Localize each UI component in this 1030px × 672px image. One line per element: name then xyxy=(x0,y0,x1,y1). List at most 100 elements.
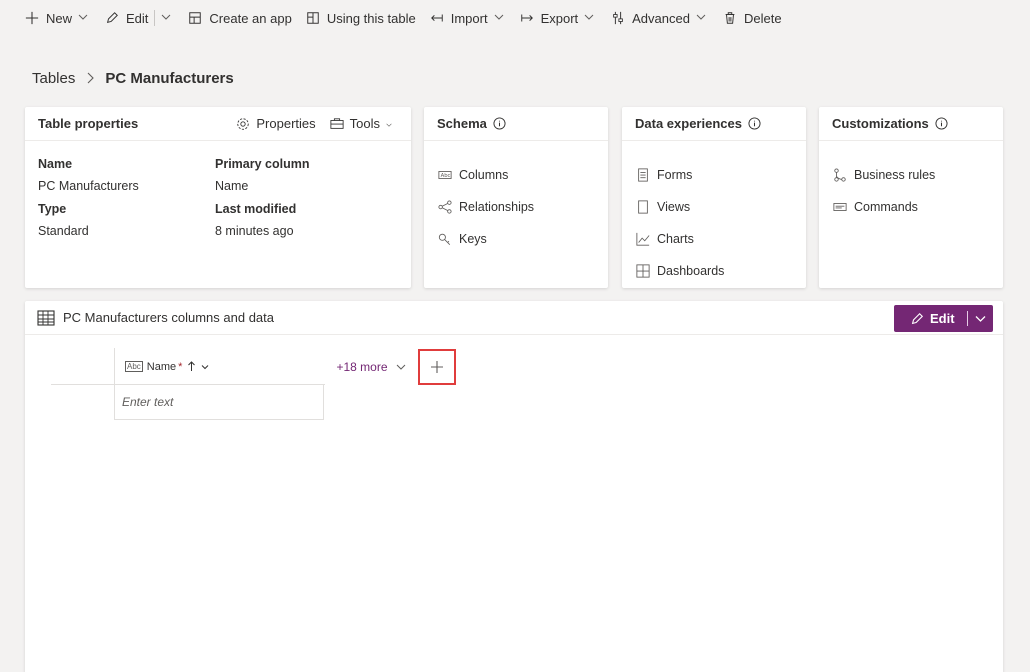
charts-link[interactable]: Charts xyxy=(636,223,793,255)
create-app-label: Create an app xyxy=(209,10,292,26)
columns-data-header: PC Manufacturers columns and data xyxy=(25,301,1003,335)
edit-label: Edit xyxy=(126,10,149,26)
chevron-down-icon xyxy=(161,12,173,24)
more-columns-label: +18 more xyxy=(336,359,388,374)
app-grid-icon xyxy=(187,10,203,26)
import-button[interactable]: Import xyxy=(429,0,506,36)
sort-ascending-icon[interactable] xyxy=(187,361,196,372)
schema-links: Abc Columns Relationships Keys xyxy=(424,141,608,255)
customizations-links: Business rules Commands xyxy=(819,141,1003,223)
columns-label: Columns xyxy=(459,168,509,182)
svg-text:Abc: Abc xyxy=(441,173,451,179)
dashboard-icon xyxy=(636,264,650,278)
name-column-header[interactable]: Abc Name * xyxy=(114,348,324,385)
info-icon[interactable] xyxy=(493,117,506,130)
relationships-label: Relationships xyxy=(459,200,535,214)
pencil-icon xyxy=(104,10,120,26)
data-experiences-header: Data experiences xyxy=(622,107,806,141)
last-modified-value: 8 minutes ago xyxy=(215,224,294,238)
more-columns-button[interactable]: +18 more xyxy=(325,348,417,385)
edit-dropdown-button[interactable] xyxy=(161,0,173,36)
columns-link[interactable]: Abc Columns xyxy=(438,159,595,191)
table-properties-title: Table properties xyxy=(38,116,139,131)
columns-data-card: PC Manufacturers columns and data Edit A… xyxy=(25,301,1003,672)
customizations-title: Customizations xyxy=(832,116,929,131)
create-app-button[interactable]: Create an app xyxy=(187,0,292,36)
business-rules-link[interactable]: Business rules xyxy=(833,159,990,191)
schema-title: Schema xyxy=(437,116,487,131)
command-bar: New Edit Create an app Using this table … xyxy=(0,0,1030,36)
advanced-label: Advanced xyxy=(632,10,690,26)
text-field-icon: Abc xyxy=(125,361,143,372)
keys-label: Keys xyxy=(459,232,487,246)
new-button[interactable]: New xyxy=(24,0,90,36)
relationships-link[interactable]: Relationships xyxy=(438,191,595,223)
command-icon xyxy=(833,203,847,211)
edit-dropdown-toggle[interactable] xyxy=(968,313,993,324)
properties-button[interactable]: Properties xyxy=(236,116,316,131)
name-label: Name xyxy=(38,157,73,171)
type-value: Standard xyxy=(38,224,89,238)
chevron-down-icon xyxy=(696,12,708,24)
forms-link[interactable]: Forms xyxy=(636,159,793,191)
table-layout-icon xyxy=(305,10,321,26)
business-rules-label: Business rules xyxy=(854,168,936,182)
columns-data-title: PC Manufacturers columns and data xyxy=(63,310,274,325)
chevron-down-icon xyxy=(396,364,405,370)
info-icon[interactable] xyxy=(935,117,948,130)
using-table-label: Using this table xyxy=(326,10,416,26)
commands-label: Commands xyxy=(854,200,918,214)
chevron-down-icon[interactable] xyxy=(201,363,209,371)
customizations-card: Customizations Business rules Commands xyxy=(819,107,1003,288)
export-button[interactable]: Export xyxy=(519,0,597,36)
trash-icon xyxy=(722,10,738,26)
properties-label: Properties xyxy=(256,116,316,131)
primary-column-value: Name xyxy=(215,179,249,193)
plus-icon xyxy=(24,10,40,26)
commands-link[interactable]: Commands xyxy=(833,191,990,223)
last-modified-label: Last modified xyxy=(215,202,297,216)
toolbar-divider xyxy=(154,10,156,26)
info-icon[interactable] xyxy=(748,117,761,130)
edit-table-main[interactable]: Edit xyxy=(894,305,967,332)
plus-icon xyxy=(431,361,443,373)
dashboards-label: Dashboards xyxy=(657,264,725,278)
chart-icon xyxy=(636,232,650,246)
view-icon xyxy=(638,200,648,214)
chevron-down-icon xyxy=(975,316,986,322)
forms-label: Forms xyxy=(657,168,693,182)
keys-link[interactable]: Keys xyxy=(438,223,595,255)
type-label: Type xyxy=(38,202,67,216)
table-icon xyxy=(37,309,55,326)
form-icon xyxy=(638,168,648,182)
breadcrumb-tables-link[interactable]: Tables xyxy=(32,70,75,87)
edit-table-label: Edit xyxy=(930,311,955,326)
table-properties-card: Table properties Properties Tools Name P… xyxy=(25,107,411,288)
relationships-icon xyxy=(438,200,452,214)
text-field-icon: Abc xyxy=(438,171,452,179)
page-title: PC Manufacturers xyxy=(105,69,234,87)
gear-icon xyxy=(237,117,250,130)
cell-placeholder: Enter text xyxy=(122,394,174,409)
chevron-down-icon xyxy=(386,118,398,130)
using-table-button[interactable]: Using this table xyxy=(305,0,416,36)
name-cell-input[interactable]: Enter text xyxy=(114,384,324,420)
data-experiences-card: Data experiences Forms Views Charts Dash… xyxy=(622,107,806,288)
table-properties-actions: Properties Tools xyxy=(222,116,398,131)
chevron-right-icon xyxy=(85,72,95,84)
schema-card: Schema Abc Columns Relationships Keys xyxy=(424,107,608,288)
edit-table-button[interactable]: Edit xyxy=(894,305,993,332)
tools-button[interactable]: Tools xyxy=(330,116,398,131)
data-experiences-title: Data experiences xyxy=(635,116,742,131)
dashboards-link[interactable]: Dashboards xyxy=(636,255,793,287)
edit-button[interactable]: Edit xyxy=(104,0,148,36)
views-link[interactable]: Views xyxy=(636,191,793,223)
schema-header: Schema xyxy=(424,107,608,141)
breadcrumb: Tables PC Manufacturers xyxy=(32,68,234,88)
business-rules-icon xyxy=(834,168,846,182)
chevron-down-icon xyxy=(494,12,506,24)
import-arrow-icon xyxy=(429,10,445,26)
add-column-button[interactable] xyxy=(418,349,456,385)
delete-button[interactable]: Delete xyxy=(722,0,782,36)
advanced-button[interactable]: Advanced xyxy=(610,0,708,36)
